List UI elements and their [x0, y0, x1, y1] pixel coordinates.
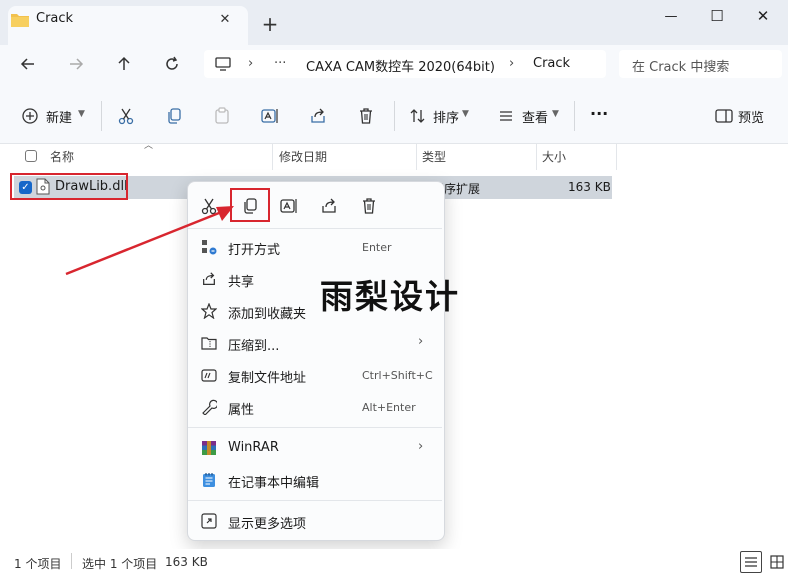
share-icon[interactable] — [315, 193, 343, 219]
back-icon[interactable] — [14, 50, 42, 78]
divider — [394, 101, 395, 131]
copy-path-icon — [200, 366, 218, 384]
wrench-icon — [200, 398, 218, 416]
view-button[interactable]: 查看 — [522, 107, 548, 126]
new-tab-button[interactable]: + — [259, 13, 281, 35]
preview-button[interactable]: 预览 — [738, 107, 764, 126]
chevron-down-icon: ▼ — [552, 109, 559, 119]
address-overflow-button[interactable]: ··· — [274, 56, 286, 71]
column-divider[interactable] — [536, 144, 537, 170]
new-icon[interactable] — [16, 103, 44, 129]
tiles-view-icon[interactable] — [766, 551, 788, 573]
rename-icon[interactable] — [256, 103, 284, 129]
cut-icon[interactable] — [112, 103, 140, 129]
chevron-down-icon: ▼ — [462, 109, 469, 119]
share-icon[interactable] — [304, 103, 332, 129]
preview-pane-icon[interactable] — [710, 103, 738, 129]
copy-icon[interactable] — [160, 103, 188, 129]
menu-item-shortcut: Alt+Enter — [362, 401, 416, 414]
menu-item-label: 压缩到... — [228, 339, 280, 354]
menu-item-label: 复制文件地址 — [228, 371, 307, 386]
chevron-down-icon: ▼ — [78, 109, 85, 119]
tab-close-icon[interactable]: ✕ — [214, 8, 236, 30]
watermark: 雨梨设计 — [320, 277, 460, 316]
chevron-right-icon: › — [418, 439, 424, 454]
menu-divider — [188, 500, 442, 501]
menu-item-compress[interactable] — [188, 327, 442, 359]
up-icon[interactable] — [110, 50, 138, 78]
minimize-button[interactable]: — — [648, 0, 694, 32]
menu-item-shortcut: Enter — [362, 241, 392, 254]
select-all-checkbox[interactable] — [25, 150, 37, 162]
delete-icon[interactable] — [355, 193, 383, 219]
sort-ascending-icon: ︿ — [144, 141, 154, 151]
more-options-icon — [200, 512, 218, 530]
forward-icon[interactable] — [62, 50, 90, 78]
sort-icon[interactable] — [404, 103, 432, 129]
menu-item-label: 添加到收藏夹 — [228, 307, 307, 322]
menu-item-winrar[interactable] — [188, 432, 442, 464]
column-divider[interactable] — [416, 144, 417, 170]
address-separator: › — [248, 56, 254, 71]
details-view-icon[interactable] — [740, 551, 762, 573]
menu-item-label: 属性 — [228, 403, 255, 418]
notepad-icon — [200, 471, 218, 489]
view-icon[interactable] — [492, 103, 520, 129]
tab-title: Crack — [36, 11, 74, 26]
divider — [574, 101, 575, 131]
address-separator: › — [509, 56, 515, 71]
menu-divider — [188, 427, 442, 428]
menu-item-label: 在记事本中编辑 — [228, 476, 320, 491]
column-header-name[interactable]: 名称 — [50, 148, 74, 165]
selection-count: 选中 1 个项目 — [82, 557, 158, 571]
divider — [71, 553, 72, 569]
refresh-icon[interactable] — [158, 50, 186, 78]
column-divider[interactable] — [616, 144, 617, 170]
divider — [101, 101, 102, 131]
chevron-right-icon: › — [418, 334, 424, 349]
menu-item-shortcut: Ctrl+Shift+C — [362, 369, 433, 382]
see-more-button[interactable]: ··· — [590, 104, 608, 123]
column-divider[interactable] — [272, 144, 273, 170]
breadcrumb-crack[interactable]: Crack — [533, 56, 570, 71]
sort-button[interactable]: 排序 — [433, 107, 459, 126]
menu-item-label: WinRAR — [228, 440, 279, 455]
delete-icon[interactable] — [352, 103, 380, 129]
computer-icon — [213, 55, 233, 73]
rename-icon[interactable] — [275, 193, 303, 219]
item-count: 1 个项目 — [14, 557, 62, 571]
star-icon — [200, 302, 218, 320]
zip-folder-icon — [200, 334, 218, 352]
breadcrumb-caxa[interactable]: CAXA CAM数控车 2020(64bit) — [306, 56, 495, 75]
winrar-icon — [200, 439, 218, 457]
column-header-modified[interactable]: 修改日期 — [279, 148, 327, 165]
search-placeholder: 在 Crack 中搜索 — [632, 60, 730, 75]
selection-size: 163 KB — [165, 555, 208, 569]
maximize-button[interactable]: ☐ — [694, 0, 740, 32]
folder-icon — [10, 11, 30, 29]
paste-icon[interactable] — [208, 103, 236, 129]
new-button[interactable]: 新建 — [46, 107, 72, 126]
file-size: 163 KB — [568, 180, 611, 194]
close-window-button[interactable]: ✕ — [740, 0, 786, 32]
annotation-arrow — [65, 206, 234, 276]
column-header-type[interactable]: 类型 — [422, 148, 446, 165]
menu-item-more-options[interactable] — [188, 505, 442, 537]
menu-item-label: 显示更多选项 — [228, 517, 307, 532]
column-header-size[interactable]: 大小 — [542, 148, 566, 165]
